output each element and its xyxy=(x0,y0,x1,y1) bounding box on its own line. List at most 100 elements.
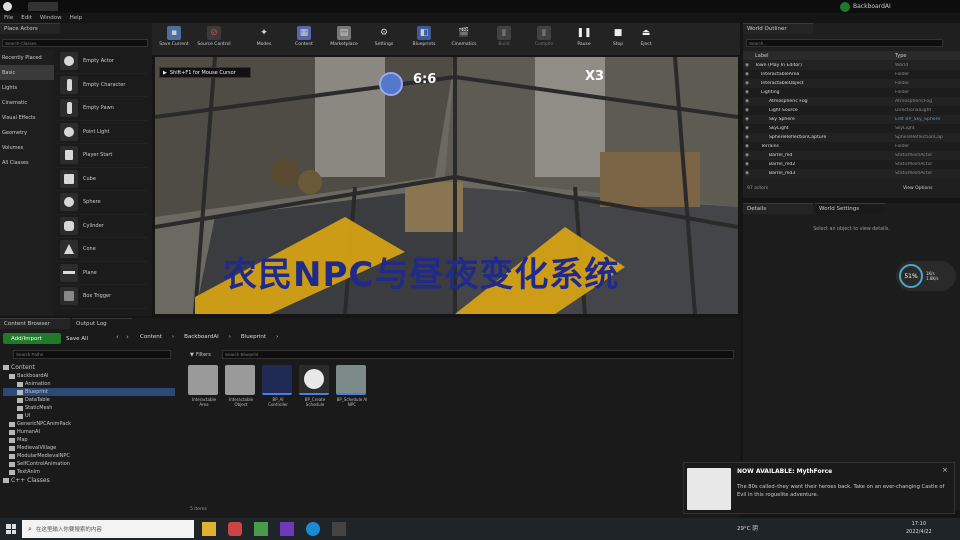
folder-tree-item[interactable]: HumanAI xyxy=(3,428,175,436)
list-item[interactable]: Player Start xyxy=(56,144,148,168)
breadcrumb-item[interactable]: Content xyxy=(140,334,162,340)
asset-tile[interactable]: BP_AI Controller xyxy=(262,365,294,407)
content-browser-tab[interactable]: Content Browser xyxy=(0,318,70,329)
category-volumes[interactable]: Volumes xyxy=(0,140,54,155)
unreal-editor-icon[interactable] xyxy=(332,522,346,536)
folder-tree-item[interactable]: ModularMedievalNPC xyxy=(3,452,175,460)
folder-tree-item[interactable]: StaticMesh xyxy=(3,404,175,412)
settings-button[interactable]: ⚙ Settings xyxy=(364,23,404,55)
modes-button[interactable]: ✦ Modes xyxy=(244,23,284,55)
eye-icon[interactable]: ◉ xyxy=(745,126,755,131)
folder-tree-item[interactable]: Content xyxy=(3,363,175,372)
visual-studio-icon[interactable] xyxy=(280,522,294,536)
folder-tree-item[interactable]: Blueprint xyxy=(3,388,175,396)
breadcrumb-item[interactable]: BackboardAI xyxy=(184,334,219,340)
cinematics-button[interactable]: 🎬 Cinematics xyxy=(444,23,484,55)
level-tab[interactable] xyxy=(28,2,58,11)
table-row[interactable]: ◉ Town (Play In Editor) World xyxy=(743,61,960,70)
category-cinematic[interactable]: Cinematic xyxy=(0,95,54,110)
category-lights[interactable]: Lights xyxy=(0,80,54,95)
save-all-button[interactable]: Save All xyxy=(66,333,106,344)
clock[interactable]: 17:10 2022/4/22 xyxy=(906,520,932,536)
table-row[interactable]: ◉ Light Source DirectionalLight xyxy=(743,106,960,115)
asset-tile[interactable]: BP_Schedule AI NPC xyxy=(336,365,368,407)
breadcrumb-item[interactable]: Blueprint xyxy=(241,334,266,340)
folder-tree-item[interactable]: C++ Classes xyxy=(3,476,175,485)
asset-tile[interactable]: BP_Create Schedule xyxy=(299,365,331,407)
list-item[interactable]: Point Light xyxy=(56,121,148,144)
eye-icon[interactable]: ◉ xyxy=(745,144,755,149)
table-row[interactable]: ◉ Lighting Folder xyxy=(743,88,960,97)
view-options-button[interactable]: View Options xyxy=(903,186,932,191)
level-viewport[interactable]: ▶ Shift+F1 for Mouse Cursor 6:6 X3 农民NPC与… xyxy=(155,57,738,314)
menu-edit[interactable]: Edit xyxy=(21,15,32,21)
source-control-button[interactable]: ⊘ Source Control xyxy=(194,23,234,55)
weather[interactable]: 29°C 阴 xyxy=(737,524,758,532)
place-actors-tab[interactable]: Place Actors xyxy=(0,23,60,34)
category-all-classes[interactable]: All Classes xyxy=(0,155,54,170)
stop-button[interactable]: ■ Stop xyxy=(604,23,632,55)
marketplace-button[interactable]: ▤ Marketplace xyxy=(324,23,364,55)
eye-icon[interactable]: ◉ xyxy=(745,171,755,176)
folder-tree-item[interactable]: MedievalVillage xyxy=(3,444,175,452)
details-tab[interactable]: Details xyxy=(743,203,813,214)
world-outliner-tab[interactable]: World Outliner xyxy=(743,23,813,34)
compile-button[interactable]: ▮ Compile xyxy=(524,23,564,55)
list-item[interactable]: Sphere xyxy=(56,191,148,215)
menu-window[interactable]: Window xyxy=(40,15,62,21)
search-blueprint-input[interactable] xyxy=(222,350,734,359)
eye-icon[interactable]: ◉ xyxy=(745,72,755,77)
app-icon[interactable] xyxy=(254,522,268,536)
category-basic[interactable]: Basic xyxy=(0,65,54,80)
table-row[interactable]: ◉ Sky Sphere Edit BP_Sky_Sphere xyxy=(743,115,960,124)
eject-button[interactable]: ⏏ Eject xyxy=(632,23,660,55)
table-row[interactable]: ◉ SkyLight SkyLight xyxy=(743,124,960,133)
eye-icon[interactable]: ◉ xyxy=(745,90,755,95)
asset-tile[interactable]: Interactable Area xyxy=(188,365,220,407)
notification-toast[interactable]: NOW AVAILABLE: MythForce The 80s called–… xyxy=(683,462,955,514)
eye-icon[interactable]: ◉ xyxy=(745,81,755,86)
filters-button[interactable]: ▼ Filters xyxy=(190,350,220,359)
eye-icon[interactable]: ◉ xyxy=(745,153,755,158)
list-item[interactable]: Box Trigger xyxy=(56,285,148,309)
menu-file[interactable]: File xyxy=(4,15,13,21)
eye-icon[interactable]: ◉ xyxy=(745,99,755,104)
list-item[interactable]: Cone xyxy=(56,238,148,262)
file-explorer-icon[interactable] xyxy=(202,522,216,536)
eye-icon[interactable]: ◉ xyxy=(745,117,755,122)
list-item[interactable]: Cylinder xyxy=(56,215,148,238)
table-row[interactable]: ◉ Barrel_md2 StaticMeshActor xyxy=(743,160,960,169)
add-import-button[interactable]: Add/Import xyxy=(3,333,61,344)
build-button[interactable]: ▮ Build xyxy=(484,23,524,55)
table-row[interactable]: ◉ Barrel_md StaticMeshActor xyxy=(743,151,960,160)
category-recently-placed[interactable]: Recently Placed xyxy=(0,50,54,65)
place-actors-search-input[interactable] xyxy=(2,39,148,47)
menu-help[interactable]: Help xyxy=(70,15,83,21)
list-item[interactable]: Empty Pawn xyxy=(56,97,148,121)
table-row[interactable]: ◉ Terrains Folder xyxy=(743,142,960,151)
content-button[interactable]: ▦ Content xyxy=(284,23,324,55)
search-paths-input[interactable] xyxy=(13,350,171,359)
category-geometry[interactable]: Geometry xyxy=(0,125,54,140)
blueprints-button[interactable]: ◧ Blueprints xyxy=(404,23,444,55)
table-row[interactable]: ◉ InteractableObject Folder xyxy=(743,79,960,88)
table-row[interactable]: ◉ Barrel_md3 StaticMeshActor xyxy=(743,169,960,178)
eye-icon[interactable]: ◉ xyxy=(745,135,755,140)
world-settings-tab[interactable]: World Settings xyxy=(815,203,885,214)
folder-tree-item[interactable]: TextAnim xyxy=(3,468,175,476)
close-icon[interactable]: × xyxy=(942,466,948,474)
forward-arrow-icon[interactable]: › xyxy=(126,333,129,341)
edge-browser-icon[interactable] xyxy=(306,522,320,536)
folder-tree-item[interactable]: GenericNPCAnimPack xyxy=(3,420,175,428)
windows-start-icon[interactable] xyxy=(6,524,16,534)
asset-tile[interactable]: Interactable Object xyxy=(225,365,257,407)
folder-tree-item[interactable]: Animation xyxy=(3,380,175,388)
eye-icon[interactable]: ◉ xyxy=(745,162,755,167)
list-item[interactable]: Empty Actor xyxy=(56,50,148,74)
list-item[interactable]: Cube xyxy=(56,168,148,191)
taskbar-search[interactable]: ⌕ 在这里输入你要搜索的内容 xyxy=(22,520,194,538)
table-row[interactable]: ◉ Atmospheric Fog AtmosphericFog xyxy=(743,97,960,106)
app-icon[interactable] xyxy=(228,522,242,536)
output-log-tab[interactable]: Output Log xyxy=(72,318,132,329)
folder-tree-item[interactable]: UI xyxy=(3,412,175,420)
